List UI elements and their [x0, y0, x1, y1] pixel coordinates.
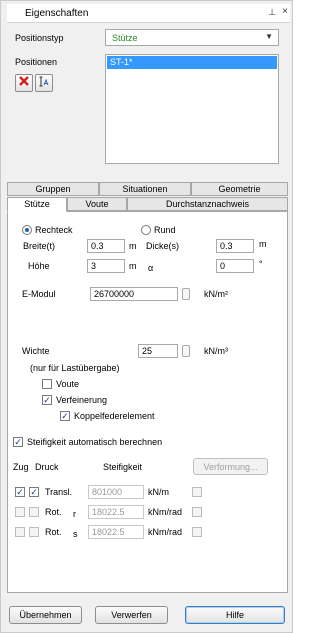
zug-header: Zug: [13, 462, 29, 472]
emodul-spin[interactable]: [182, 288, 190, 300]
hoehe-input[interactable]: 3: [87, 259, 125, 273]
auto-stiffness-checkbox[interactable]: ✓: [13, 437, 23, 447]
alpha-label: α: [148, 263, 154, 273]
tab-geometrie[interactable]: Geometrie: [191, 182, 288, 196]
rot-r-stiffness-input[interactable]: 18022.5: [88, 505, 144, 519]
dicke-unit: m: [259, 239, 267, 249]
pin-icon[interactable]: ⊥: [268, 7, 276, 18]
wichte-input[interactable]: 25: [138, 344, 178, 358]
tab-situationen[interactable]: Situationen: [99, 182, 191, 196]
spring-row-sub: r: [73, 509, 76, 519]
dicke-label: Dicke(s): [146, 241, 179, 251]
rund-radio[interactable]: [141, 225, 151, 235]
tab-label: Voute: [85, 199, 109, 209]
rechteck-label: Rechteck: [35, 225, 73, 235]
zug-transl-checkbox[interactable]: ✓: [15, 487, 25, 497]
koppel-label: Koppelfederelement: [74, 411, 155, 421]
positionstyp-label: Positionstyp: [15, 33, 64, 43]
zug-rot-r-checkbox[interactable]: [15, 507, 25, 517]
rot-r-extra-checkbox[interactable]: [192, 507, 202, 517]
zug-rot-s-checkbox[interactable]: [15, 527, 25, 537]
tab-stuetze[interactable]: Stütze: [7, 197, 67, 212]
verfeinerung-label: Verfeinerung: [56, 395, 108, 405]
tab-label: Gruppen: [35, 184, 71, 194]
wichte-unit: kN/m³: [204, 346, 228, 356]
rot-s-stiffness-input[interactable]: 18022.5: [88, 525, 144, 539]
delete-icon: [19, 76, 29, 86]
verformung-button[interactable]: Verformung...: [193, 458, 268, 475]
voute-label: Voute: [56, 379, 80, 389]
uebernehmen-button[interactable]: Übernehmen: [9, 606, 82, 624]
verwerfen-button[interactable]: Verwerfen: [95, 606, 168, 624]
druck-rot-s-checkbox[interactable]: [29, 527, 39, 537]
dicke-input[interactable]: 0.3: [216, 239, 254, 253]
spring-row-sub: s: [73, 529, 78, 539]
verfeinerung-checkbox[interactable]: ✓: [42, 395, 52, 405]
alpha-unit: °: [259, 259, 263, 269]
spring-row-label: Transl.: [45, 487, 73, 497]
chevron-down-icon: ▼: [265, 32, 273, 41]
wichte-note: (nur für Lastübergabe): [30, 363, 120, 373]
transl-extra-checkbox[interactable]: [192, 487, 202, 497]
delete-position-button[interactable]: [15, 74, 33, 92]
rename-position-button[interactable]: [35, 74, 53, 92]
positionstyp-select[interactable]: Stütze ▼: [105, 29, 279, 46]
breite-input[interactable]: 0.3: [87, 239, 125, 253]
tab-voute[interactable]: Voute: [67, 197, 127, 211]
rund-label: Rund: [154, 225, 176, 235]
druck-rot-r-checkbox[interactable]: [29, 507, 39, 517]
tab-page-stuetze: Rechteck Rund Breite(t) 0.3 m Dicke(s) 0…: [7, 211, 288, 593]
tab-label: Situationen: [122, 184, 168, 194]
positionen-selected-item[interactable]: ST-1*: [107, 56, 277, 69]
close-icon[interactable]: ×: [282, 6, 288, 17]
tab-label: Stütze: [24, 199, 50, 209]
voute-checkbox[interactable]: [42, 379, 52, 389]
positionstyp-value: Stütze: [112, 33, 138, 43]
spring-row-label: Rot.: [45, 507, 62, 517]
steifigkeit-header: Steifigkeit: [103, 462, 143, 472]
positionen-label: Positionen: [15, 57, 58, 67]
title-bar: Eigenschaften ⊥ ×: [7, 4, 290, 23]
druck-header: Druck: [35, 462, 59, 472]
emodul-unit: kN/m²: [204, 289, 228, 299]
spring-row-unit: kNm/rad: [148, 527, 183, 537]
tab-label: Geometrie: [218, 184, 261, 194]
positionen-list[interactable]: ST-1*: [105, 54, 279, 164]
breite-unit: m: [129, 241, 137, 251]
auto-stiffness-label: Steifigkeit automatisch berechnen: [27, 437, 163, 447]
spring-row-label: Rot.: [45, 527, 62, 537]
tab-label: Durchstanznachweis: [165, 199, 250, 209]
hilfe-button[interactable]: Hilfe: [185, 606, 285, 624]
rot-s-extra-checkbox[interactable]: [192, 527, 202, 537]
transl-stiffness-input[interactable]: 801000: [88, 485, 144, 499]
druck-transl-checkbox[interactable]: ✓: [29, 487, 39, 497]
wichte-label: Wichte: [22, 346, 50, 356]
text-cursor-icon: [39, 76, 48, 87]
properties-panel: Eigenschaften ⊥ × Positionstyp Stütze ▼ …: [0, 0, 293, 633]
hoehe-unit: m: [129, 261, 137, 271]
breite-label: Breite(t): [23, 241, 56, 251]
panel-title: Eigenschaften: [25, 8, 89, 19]
emodul-label: E-Modul: [22, 289, 56, 299]
tab-gruppen[interactable]: Gruppen: [7, 182, 99, 196]
koppel-checkbox[interactable]: ✓: [60, 411, 70, 421]
rechteck-radio[interactable]: [22, 225, 32, 235]
alpha-input[interactable]: 0: [216, 259, 254, 273]
spring-row-unit: kNm/rad: [148, 507, 183, 517]
hoehe-label: Höhe: [28, 261, 50, 271]
spring-row-unit: kN/m: [148, 487, 169, 497]
emodul-input[interactable]: 26700000: [90, 287, 178, 301]
wichte-spin[interactable]: [182, 345, 190, 357]
tab-durchstanznachweis[interactable]: Durchstanznachweis: [127, 197, 288, 211]
